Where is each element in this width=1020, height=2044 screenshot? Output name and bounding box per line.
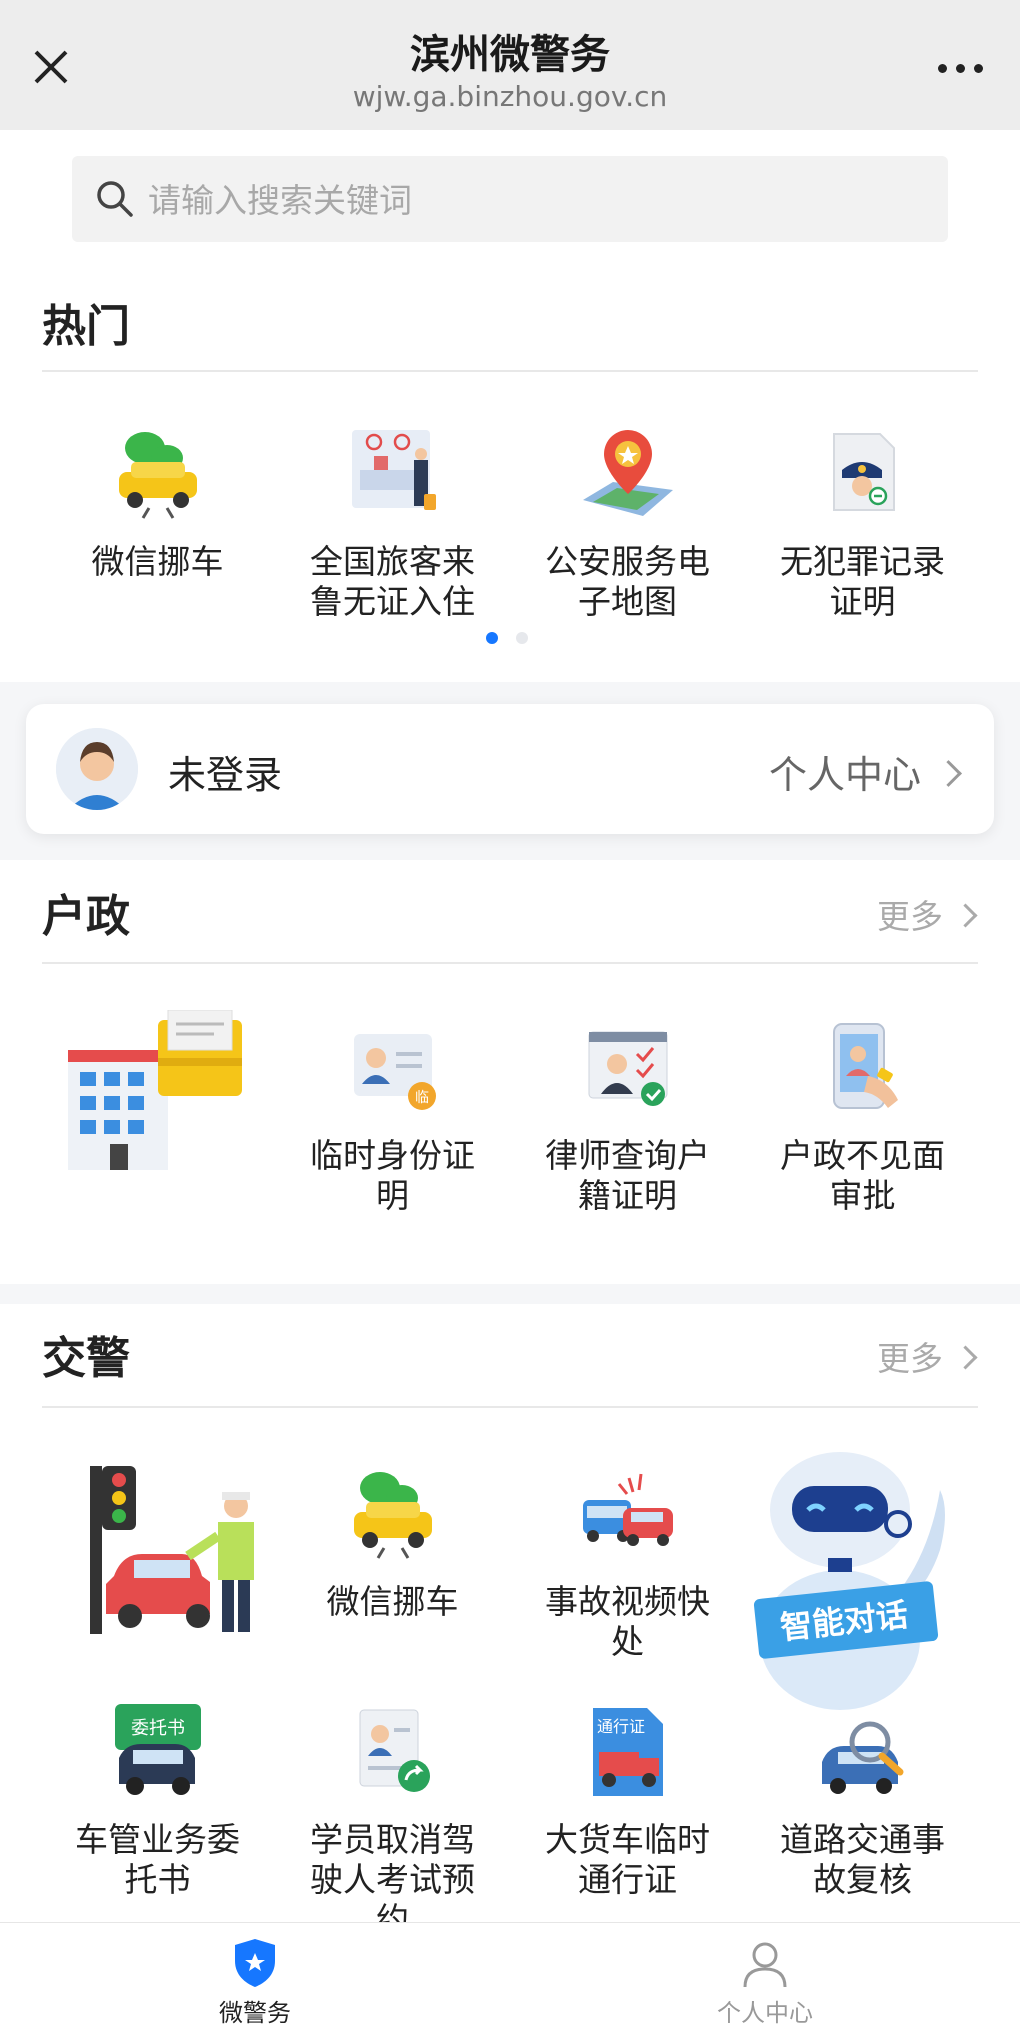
top-bar: 滨州微警务 wjw.ga.binzhou.gov.cn — [0, 0, 1020, 130]
tab-weijingwu[interactable]: 微警务 — [0, 1923, 510, 2044]
jiaojing-item-exam-cancel[interactable]: 学员取消驾驶人考试预约 — [275, 1698, 510, 1940]
map-pin-icon — [582, 430, 673, 516]
remote-approval-icon — [832, 1023, 898, 1109]
lawyer-query-icon — [588, 1031, 667, 1106]
divider — [42, 962, 978, 964]
traffic-police-banner-icon — [89, 1466, 254, 1634]
search-bar[interactable] — [72, 156, 948, 244]
huzheng-item-label: 律师查询户籍证明 — [545, 1136, 710, 1215]
hot-section-title: 热门 — [42, 301, 130, 352]
accident-video-icon — [582, 1473, 673, 1546]
personal-center-label: 个人中心 — [768, 753, 921, 797]
pager-dot-active[interactable] — [486, 632, 498, 644]
jiaojing-item-accident-video[interactable]: 事故视频快处 — [510, 1460, 745, 1662]
ai-chat-robot[interactable]: 智能对话 — [730, 1440, 970, 1710]
user-icon — [743, 1942, 787, 1988]
huzheng-more-link[interactable]: 更多 — [877, 890, 978, 938]
hot-item-e-map[interactable]: 公安服务电子地图 — [510, 420, 745, 622]
login-status: 未登录 — [168, 753, 283, 797]
divider — [42, 1406, 978, 1408]
pager-dot[interactable] — [516, 632, 528, 644]
hotel-checkin-icon — [351, 430, 436, 510]
tab-label: 个人中心 — [717, 1999, 813, 2027]
svg-text:通行证: 通行证 — [596, 1717, 644, 1736]
more-options-icon[interactable] — [936, 52, 986, 82]
chevron-right-icon — [935, 760, 962, 787]
more-label: 更多 — [877, 1339, 943, 1378]
hot-item-wechat-move-car[interactable]: 微信挪车 — [40, 420, 275, 582]
jiaojing-item-label: 道路交通事故复核 — [780, 1820, 945, 1899]
robot-icon: 智能对话 — [753, 1452, 945, 1710]
more-label: 更多 — [877, 897, 943, 936]
jiaojing-item-entrust[interactable]: 委托书 车管业务委托书 — [40, 1698, 275, 1900]
truck-pass-icon: 通行证 — [592, 1708, 663, 1796]
hot-item-label: 无犯罪记录证明 — [780, 542, 945, 621]
jiaojing-item-label: 事故视频快处 — [545, 1582, 710, 1661]
shield-star-icon — [235, 1939, 275, 1987]
accident-review-icon — [821, 1721, 903, 1794]
car-wechat-icon — [353, 1472, 432, 1559]
tab-label: 微警务 — [219, 1999, 291, 2027]
building-banner-icon — [67, 1010, 242, 1170]
exam-cancel-icon — [359, 1709, 430, 1792]
page-url: wjw.ga.binzhou.gov.cn — [352, 80, 668, 113]
personal-center-link[interactable]: 个人中心 — [768, 744, 962, 799]
police-certificate-icon — [832, 433, 895, 511]
temp-id-icon: 临 — [353, 1034, 436, 1110]
huzheng-item-label: 临时身份证明 — [310, 1136, 475, 1215]
bottom-tab-bar: 微警务 个人中心 — [0, 1922, 1020, 2044]
huzheng-banner[interactable] — [40, 1010, 275, 1200]
chevron-right-icon — [953, 903, 978, 928]
entrust-icon: 委托书 — [114, 1704, 201, 1795]
jiaojing-item-wechat-move-car[interactable]: 微信挪车 — [275, 1460, 510, 1622]
jiaojing-item-label: 微信挪车 — [326, 1582, 459, 1621]
jiaojing-section-title: 交警 — [42, 1333, 130, 1384]
divider — [42, 370, 978, 372]
hot-item-label: 全国旅客来鲁无证入住 — [310, 542, 475, 621]
car-wechat-icon — [118, 432, 197, 519]
tab-personal-center[interactable]: 个人中心 — [510, 1923, 1020, 2044]
hot-item-label: 公安服务电子地图 — [545, 542, 710, 621]
hot-item-hotel-checkin[interactable]: 全国旅客来鲁无证入住 — [275, 420, 510, 622]
jiaojing-more-link[interactable]: 更多 — [877, 1332, 978, 1380]
hot-item-label: 微信挪车 — [91, 542, 224, 581]
jiaojing-item-truck-pass[interactable]: 通行证 大货车临时通行证 — [510, 1698, 745, 1900]
search-icon — [97, 181, 133, 217]
chevron-right-icon — [953, 1345, 978, 1370]
jiaojing-item-label: 车管业务委托书 — [75, 1820, 240, 1899]
avatar — [56, 728, 138, 810]
svg-text:临: 临 — [415, 1090, 429, 1106]
page-title: 滨州微警务 — [410, 32, 610, 78]
jiaojing-banner[interactable] — [40, 1456, 275, 1646]
huzheng-section-title: 户政 — [42, 891, 130, 942]
huzheng-item-lawyer-query[interactable]: 律师查询户籍证明 — [510, 1014, 745, 1216]
login-card[interactable]: 未登录 个人中心 — [26, 704, 994, 834]
huzheng-item-remote-approval[interactable]: 户政不见面审批 — [745, 1014, 980, 1216]
search-input[interactable] — [146, 156, 910, 244]
jiaojing-item-accident-review[interactable]: 道路交通事故复核 — [745, 1698, 980, 1900]
huzheng-item-temp-id[interactable]: 临 临时身份证明 — [275, 1014, 510, 1216]
hot-item-no-crime-cert[interactable]: 无犯罪记录证明 — [745, 420, 980, 622]
jiaojing-item-label: 大货车临时通行证 — [545, 1820, 710, 1899]
svg-text:委托书: 委托书 — [131, 1718, 185, 1739]
huzheng-item-label: 户政不见面审批 — [780, 1136, 945, 1215]
